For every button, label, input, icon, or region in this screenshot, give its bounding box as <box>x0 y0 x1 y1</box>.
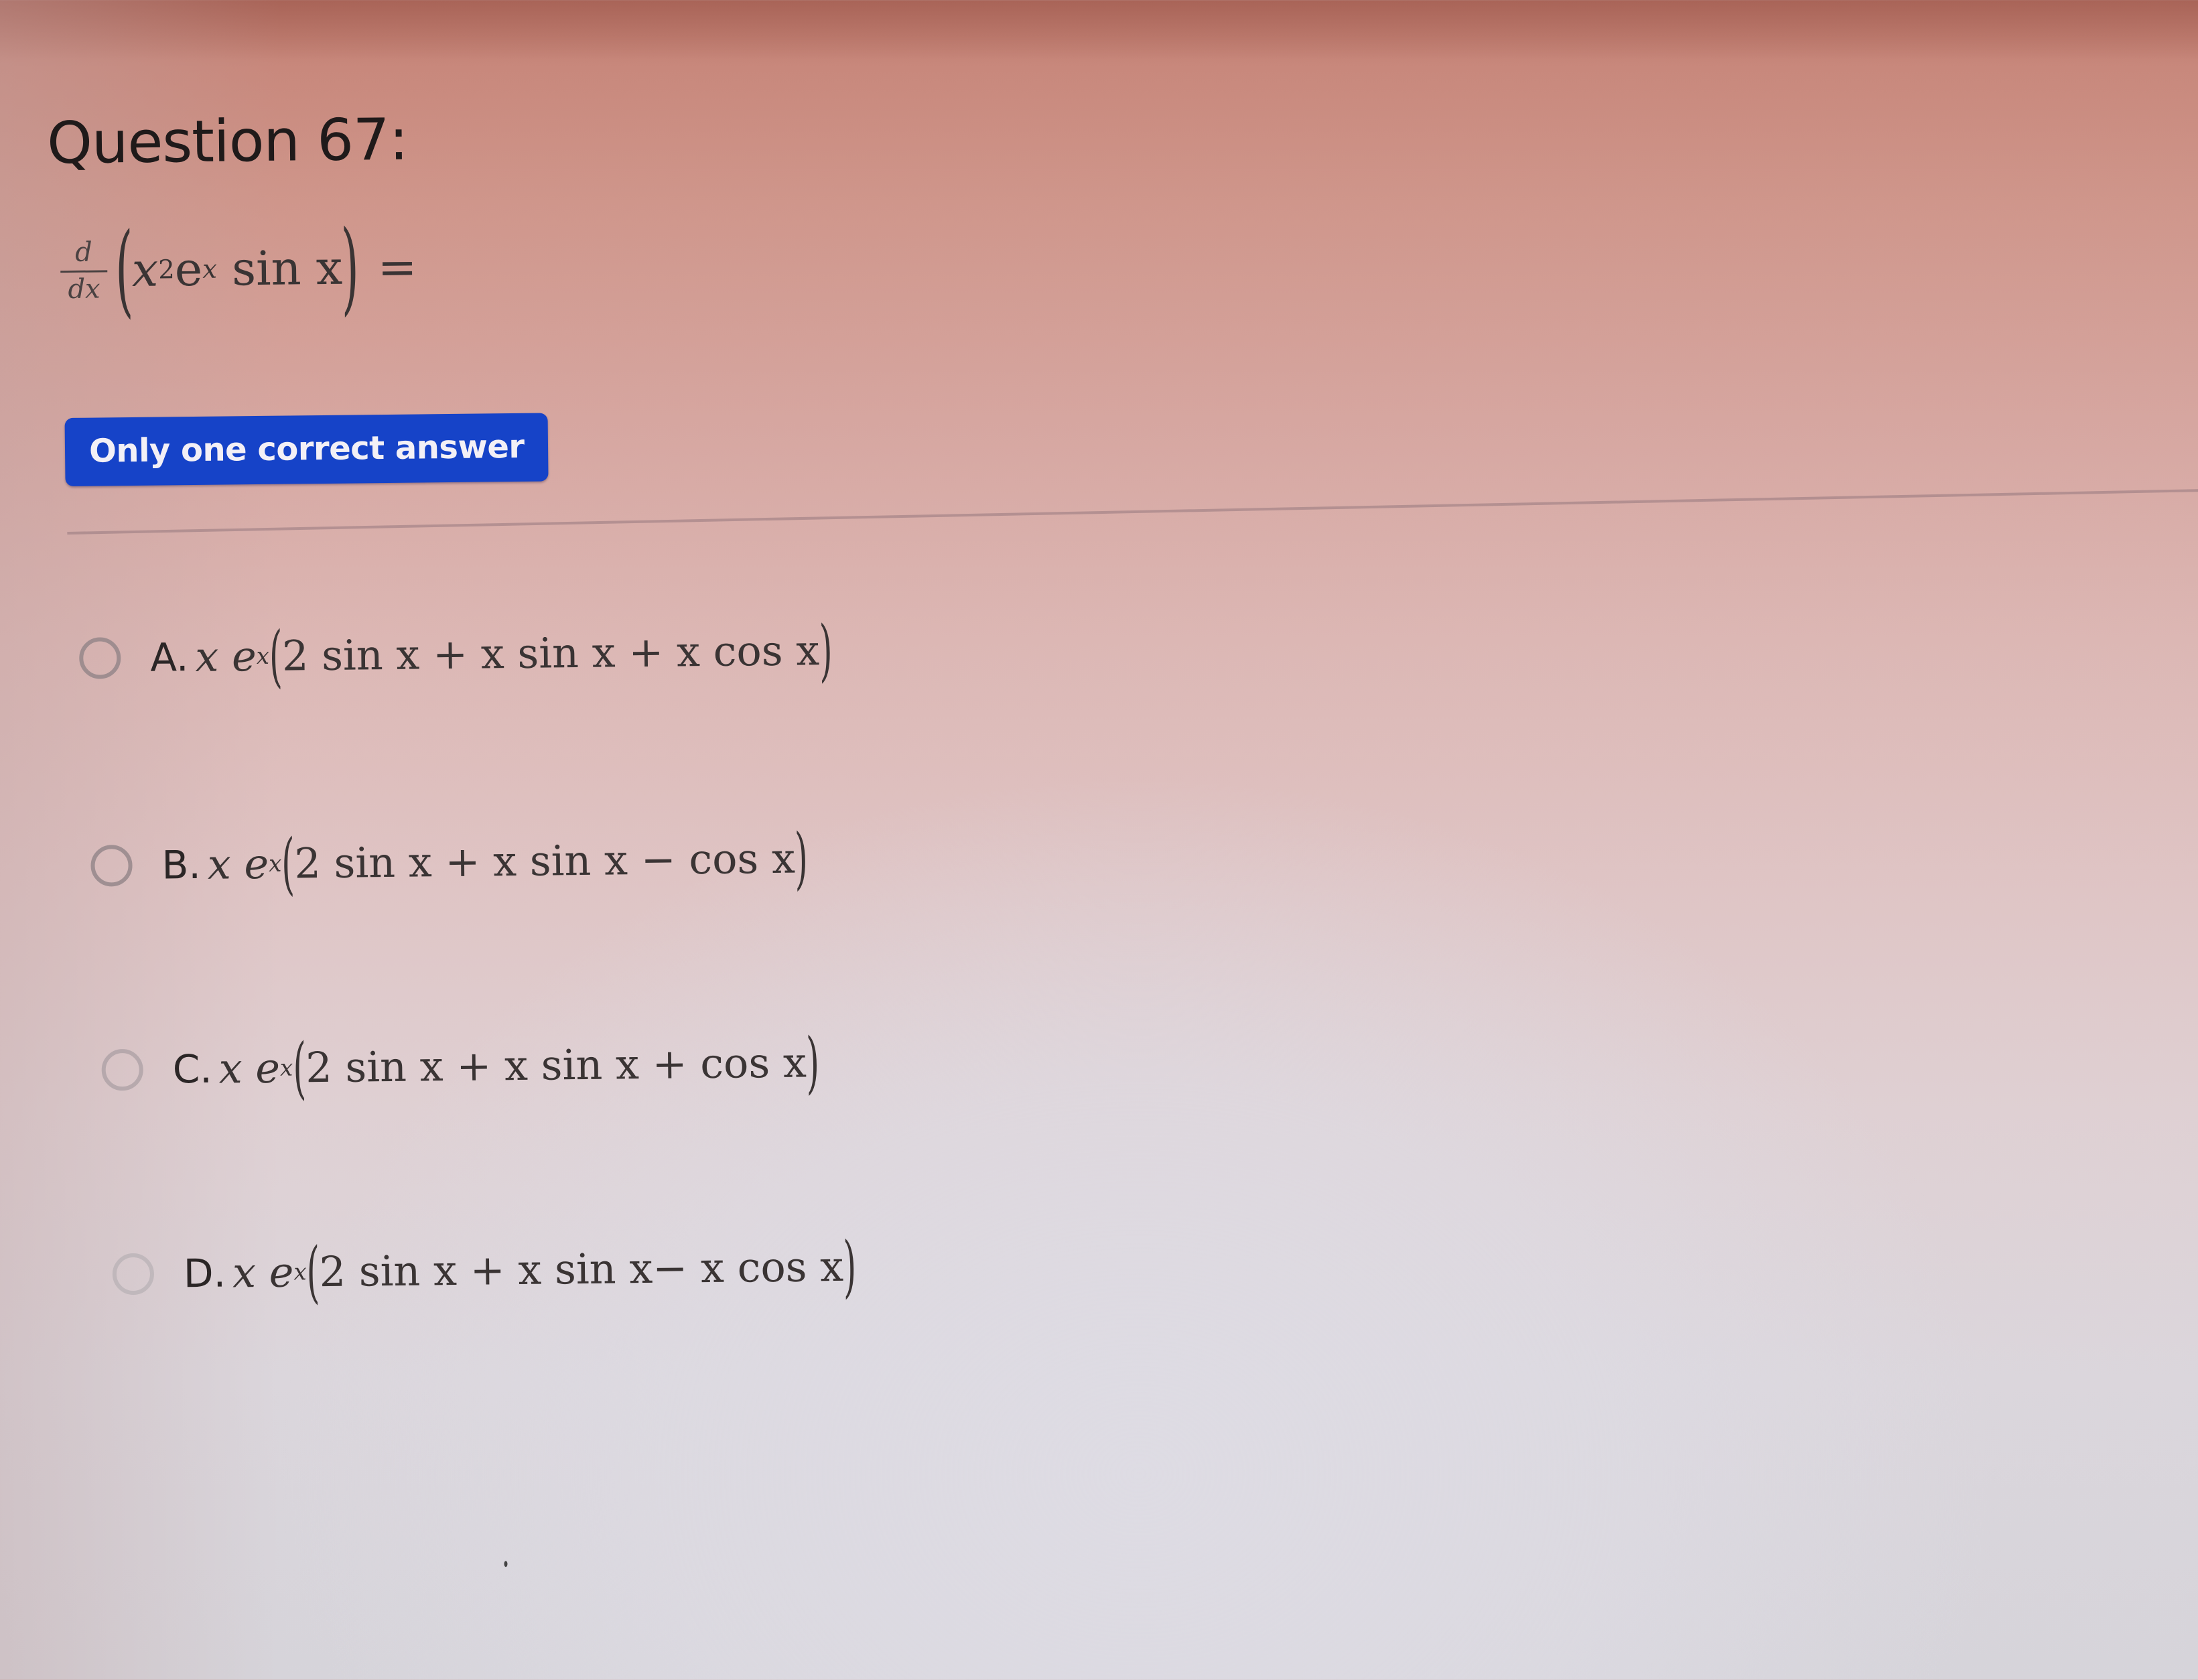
radio-button-d[interactable] <box>112 1253 155 1295</box>
radio-button-b[interactable] <box>90 844 133 887</box>
expr-e-exponent: x <box>202 254 218 285</box>
option-exponent: x <box>268 850 282 878</box>
option-body: 2 sin x + x sin x + x cos x <box>281 626 820 681</box>
option-prefix: x e <box>194 632 257 682</box>
radio-button-c[interactable] <box>101 1048 144 1091</box>
option-exponent: x <box>293 1258 307 1286</box>
radio-button-a[interactable] <box>78 636 121 679</box>
open-paren: ( <box>292 1028 307 1107</box>
option-letter: C. <box>172 1046 213 1092</box>
open-paren: ( <box>115 211 134 329</box>
open-paren: ( <box>269 616 283 695</box>
derivative-denominator: dx <box>68 273 100 305</box>
derivative-numerator: d <box>74 236 92 268</box>
option-c[interactable]: C. x ex ( 2 sin x + x sin x + cos x ) <box>101 1023 820 1109</box>
question-page: Question 67: d dx ( x2 ex sin x ) = Only… <box>0 0 2198 1680</box>
option-expression: x ex ( 2 sin x + x sin x − cos x ) <box>207 819 808 903</box>
option-prefix: x e <box>218 1043 281 1093</box>
close-paren: ) <box>795 819 809 898</box>
option-letter: B. <box>161 841 202 888</box>
question-expression: d dx ( x2 ex sin x ) = <box>60 209 417 329</box>
option-prefix: x e <box>207 839 269 889</box>
expr-function: sin x <box>216 240 343 297</box>
option-d[interactable]: D. x ex ( 2 sin x + x sin x− x cos x ) <box>112 1227 857 1314</box>
answer-type-badge: Only one correct answer <box>64 413 549 487</box>
close-paren: ) <box>843 1227 857 1306</box>
close-paren: ) <box>340 209 360 326</box>
option-a[interactable]: A. x ex ( 2 sin x + x sin x + x cos x ) <box>78 611 833 697</box>
equals-sign: = <box>377 239 417 295</box>
expr-base-exponent: 2 <box>158 254 175 285</box>
expr-base: x <box>131 242 159 297</box>
section-divider <box>67 487 2198 535</box>
option-exponent: x <box>256 642 270 670</box>
option-expression: x ex ( 2 sin x + x sin x + x cos x ) <box>195 611 833 696</box>
screen-speck <box>504 1561 508 1567</box>
close-paren: ) <box>819 611 833 690</box>
option-body: 2 sin x + x sin x − cos x <box>293 833 796 888</box>
derivative-operator: d dx <box>60 236 108 305</box>
option-body: 2 sin x + x sin x− x cos x <box>319 1241 844 1297</box>
option-expression: x ex ( 2 sin x + x sin x− x cos x ) <box>232 1227 857 1312</box>
option-body: 2 sin x + x sin x + cos x <box>305 1038 807 1093</box>
open-paren: ( <box>305 1233 320 1312</box>
open-paren: ( <box>281 824 295 903</box>
expr-e: e <box>174 241 203 297</box>
option-exponent: x <box>279 1054 293 1082</box>
option-expression: x ex ( 2 sin x + x sin x + cos x ) <box>218 1023 819 1107</box>
question-title: Question 67: <box>46 106 409 178</box>
close-paren: ) <box>805 1023 820 1102</box>
option-letter: A. <box>149 634 189 681</box>
option-prefix: x e <box>232 1247 294 1298</box>
option-letter: D. <box>183 1250 226 1296</box>
option-b[interactable]: B. x ex ( 2 sin x + x sin x − cos x ) <box>90 819 809 904</box>
